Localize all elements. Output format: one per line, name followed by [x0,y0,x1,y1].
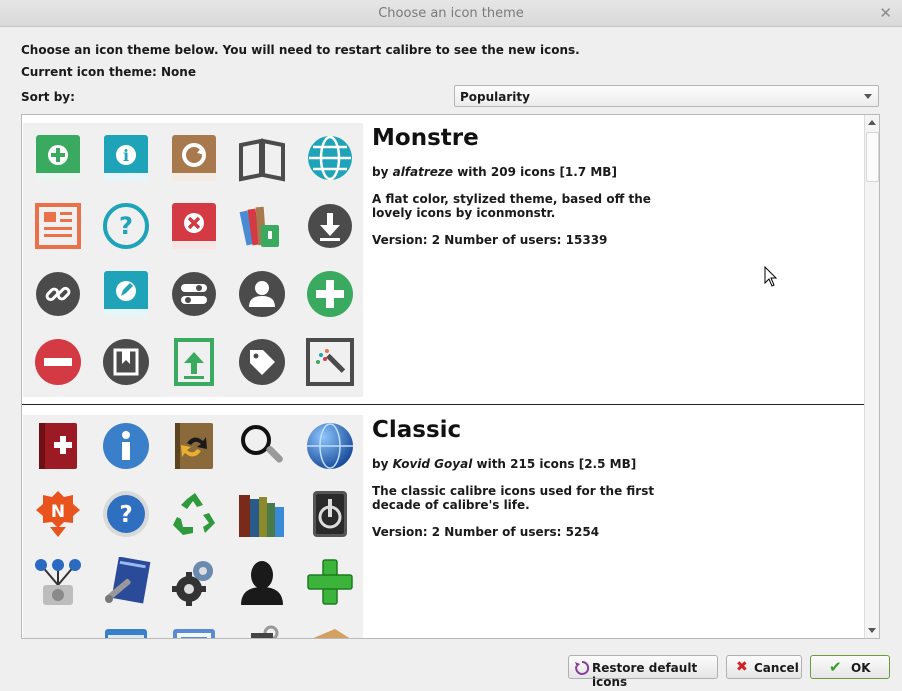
theme-item-classic[interactable]: N ? Classic by Kovid Goyal with 215 icon… [22,407,866,638]
search-icon [237,421,287,471]
help-icon: ? [101,489,151,539]
bookmark-icon [101,337,151,387]
minus-icon [33,337,83,387]
vertical-scrollbar[interactable] [864,115,879,638]
restore-default-icons-button[interactable]: Restore default icons [568,655,718,689]
theme-name: Monstre [372,125,479,151]
by-prefix: by [372,457,393,471]
scroll-down-icon[interactable] [868,628,876,633]
theme-author: alfatreze [392,165,454,179]
svg-text:?: ? [119,212,133,240]
magic-wand-icon [305,337,355,387]
scroll-up-icon[interactable] [868,120,876,125]
chevron-down-icon [864,94,872,99]
theme-author-line: by alfatreze with 209 icons [1.7 MB] [372,165,617,179]
add-book-icon [33,133,83,183]
restore-button-label: Restore default icons [592,661,698,689]
mouse-cursor-icon [764,265,778,291]
svg-text:i: i [123,146,129,165]
svg-text:?: ? [119,502,132,528]
theme-author-line: by Kovid Goyal with 215 icons [2.5 MB] [372,457,636,471]
convert-book-icon [169,421,219,471]
open-book-icon [237,133,287,183]
network-drive-icon [33,557,83,607]
intro-text: Choose an icon theme below. You will nee… [21,43,580,57]
cancel-button[interactable]: ✖ Cancel [726,655,802,679]
plus-icon [305,269,355,319]
user-profile-icon [237,557,287,607]
check-icon: ✔ [829,658,842,676]
user-icon [237,269,287,319]
theme-icon-count: with 215 icons [2.5 MB] [472,457,637,471]
by-prefix: by [372,165,393,179]
sort-label: Sort by: [21,90,75,104]
globe-icon [305,133,355,183]
theme-icon-preview: N ? [23,415,363,638]
title-bar: Choose an icon theme ✕ [0,0,902,27]
preferences-icon [169,269,219,319]
tag-icon [305,625,355,638]
scrollbar-thumb[interactable] [866,132,879,182]
ok-button-label: OK [851,661,871,675]
globe-icon [305,421,355,471]
link-icon [33,269,83,319]
close-icon[interactable]: ✕ [879,4,892,22]
window-icon [101,625,151,638]
theme-icon-count: with 209 icons [1.7 MB] [453,165,617,179]
lock-icon [237,625,287,638]
sync-book-icon [169,133,219,183]
tag-icon [237,337,287,387]
current-theme-text: Current icon theme: None [21,65,196,79]
library-icon [237,201,287,251]
help-icon: ? [101,201,151,251]
upload-icon [169,337,219,387]
document-icon [169,625,219,638]
cancel-icon: ✖ [736,659,748,675]
device-icon [305,489,355,539]
theme-separator [22,404,866,405]
theme-list[interactable]: i ? Monstre by alfatreze with 209 icons … [21,114,880,639]
svg-text:N: N [51,502,65,522]
theme-author: Kovid Goyal [392,457,473,471]
plus-icon [305,557,355,607]
ok-button[interactable]: ✔ OK [810,655,890,679]
edit-book-icon [101,269,151,319]
news-icon [33,201,83,251]
window-title: Choose an icon theme [378,6,524,21]
remove-book-icon [169,201,219,251]
theme-description: The classic calibre icons used for the f… [372,484,655,512]
sort-select[interactable]: Popularity [454,85,879,107]
library-icon [237,489,287,539]
sort-select-value: Popularity [460,90,530,104]
download-icon [305,201,355,251]
theme-description: A flat color, stylized theme, based off … [372,192,651,220]
theme-version: Version: 2 Number of users: 5254 [372,525,600,539]
theme-icon-preview: i ? [23,123,363,397]
settings-icon [169,557,219,607]
recycle-icon [169,489,219,539]
theme-name: Classic [372,417,462,443]
cancel-button-label: Cancel [754,661,799,675]
theme-version: Version: 2 Number of users: 15339 [372,233,608,247]
theme-item-monstre[interactable]: i ? Monstre by alfatreze with 209 icons … [22,115,866,403]
news-icon: N [33,489,83,539]
restore-icon [575,660,590,675]
book-info-icon: i [101,133,151,183]
tweak-icon [101,557,151,607]
add-book-icon [33,421,83,471]
info-icon [101,421,151,471]
